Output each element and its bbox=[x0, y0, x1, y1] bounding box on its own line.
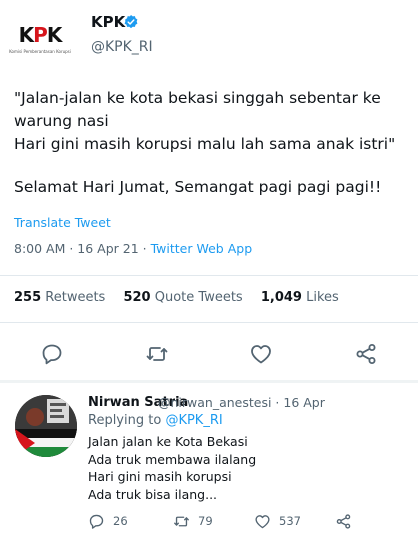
tweet-actions bbox=[0, 338, 418, 370]
divider bbox=[0, 322, 418, 323]
tweet-line: "Jalan-jalan ke kota bekasi singgah sebe… bbox=[14, 89, 386, 130]
reply-avatar[interactable] bbox=[15, 395, 77, 457]
quote-tweets-stat[interactable]: 520 Quote Tweets bbox=[123, 290, 242, 305]
retweets-count: 255 bbox=[14, 290, 42, 305]
tweet-text: "Jalan-jalan ke kota bekasi singgah sebe… bbox=[14, 87, 408, 199]
reply-meta[interactable]: @nirwan_anestesi · 16 Apr bbox=[158, 395, 325, 410]
reply-like-button[interactable]: 537 bbox=[254, 511, 301, 531]
reply-line: Hari gini masih korupsi bbox=[88, 469, 232, 484]
tweet-meta: 8:00 AM · 16 Apr 21 · Twitter Web App bbox=[14, 241, 252, 256]
reply-share-button[interactable] bbox=[335, 511, 360, 531]
reply-actions: 26 79 537 bbox=[88, 511, 408, 531]
replying-prefix: Replying to bbox=[88, 413, 166, 428]
quotes-count: 520 bbox=[123, 290, 151, 305]
like-count: 537 bbox=[279, 514, 301, 528]
kpk-logo: KPK bbox=[18, 22, 63, 47]
tweet-header: KPK Komisi Pemberantasan Korupsi KPK @KP… bbox=[0, 0, 418, 70]
tweet-line: Hari gini masih korupsi malu lah sama an… bbox=[14, 135, 396, 153]
reply-retweet-button[interactable]: 79 bbox=[173, 511, 213, 531]
translate-tweet-link[interactable]: Translate Tweet bbox=[14, 215, 111, 230]
replying-to: Replying to @KPK_RI bbox=[88, 413, 223, 428]
reply-text: Jalan jalan ke Kota Bekasi Ada truk memb… bbox=[88, 433, 408, 503]
kpk-avatar[interactable]: KPK Komisi Pemberantasan Korupsi bbox=[9, 12, 71, 64]
reply-reply-button[interactable]: 26 bbox=[88, 511, 128, 531]
reply-icon[interactable] bbox=[40, 342, 64, 366]
likes-count: 1,049 bbox=[260, 290, 302, 305]
tweet-timestamp[interactable]: 8:00 AM · 16 Apr 21 · bbox=[14, 241, 151, 256]
tweet-closing-line: Selamat Hari Jumat, Semangat pagi pagi p… bbox=[14, 178, 382, 196]
source-app-link[interactable]: Twitter Web App bbox=[151, 241, 253, 256]
retweets-stat[interactable]: 255 Retweets bbox=[14, 290, 105, 305]
reply-avatar-image bbox=[15, 395, 77, 457]
reply-line: Ada truk membawa ilalang bbox=[88, 451, 257, 467]
kpk-logo-subtext: Komisi Pemberantasan Korupsi bbox=[9, 48, 71, 54]
retweets-label: Retweets bbox=[45, 290, 106, 305]
reply-line: Ada truk bisa ilang... bbox=[88, 486, 218, 502]
quotes-label: Quote Tweets bbox=[154, 290, 243, 305]
reply-count: 26 bbox=[113, 514, 128, 528]
likes-label: Likes bbox=[306, 290, 339, 305]
reply-tweet[interactable]: Nirwan Satria @nirwan_anestesi · 16 Apr … bbox=[0, 383, 418, 540]
replying-mention-link[interactable]: @KPK_RI bbox=[165, 413, 222, 428]
share-icon[interactable] bbox=[354, 342, 378, 366]
retweet-icon bbox=[174, 516, 189, 526]
like-icon bbox=[255, 514, 270, 528]
likes-stat[interactable]: 1,049 Likes bbox=[261, 290, 339, 305]
retweet-count: 79 bbox=[198, 514, 213, 528]
verified-badge-icon bbox=[124, 15, 138, 29]
author-handle[interactable]: @KPK_RI bbox=[91, 39, 153, 55]
like-icon[interactable] bbox=[249, 342, 273, 366]
share-icon bbox=[336, 513, 351, 529]
author-name[interactable]: KPK bbox=[91, 13, 125, 31]
reply-line: Jalan jalan ke Kota Bekasi bbox=[88, 434, 248, 449]
divider bbox=[0, 275, 418, 276]
tweet-stats: 255 Retweets 520 Quote Tweets 1,049 Like… bbox=[14, 290, 353, 305]
kpk-logo-text: KPK bbox=[18, 22, 63, 47]
reply-icon bbox=[89, 514, 104, 529]
retweet-icon[interactable] bbox=[145, 342, 169, 366]
